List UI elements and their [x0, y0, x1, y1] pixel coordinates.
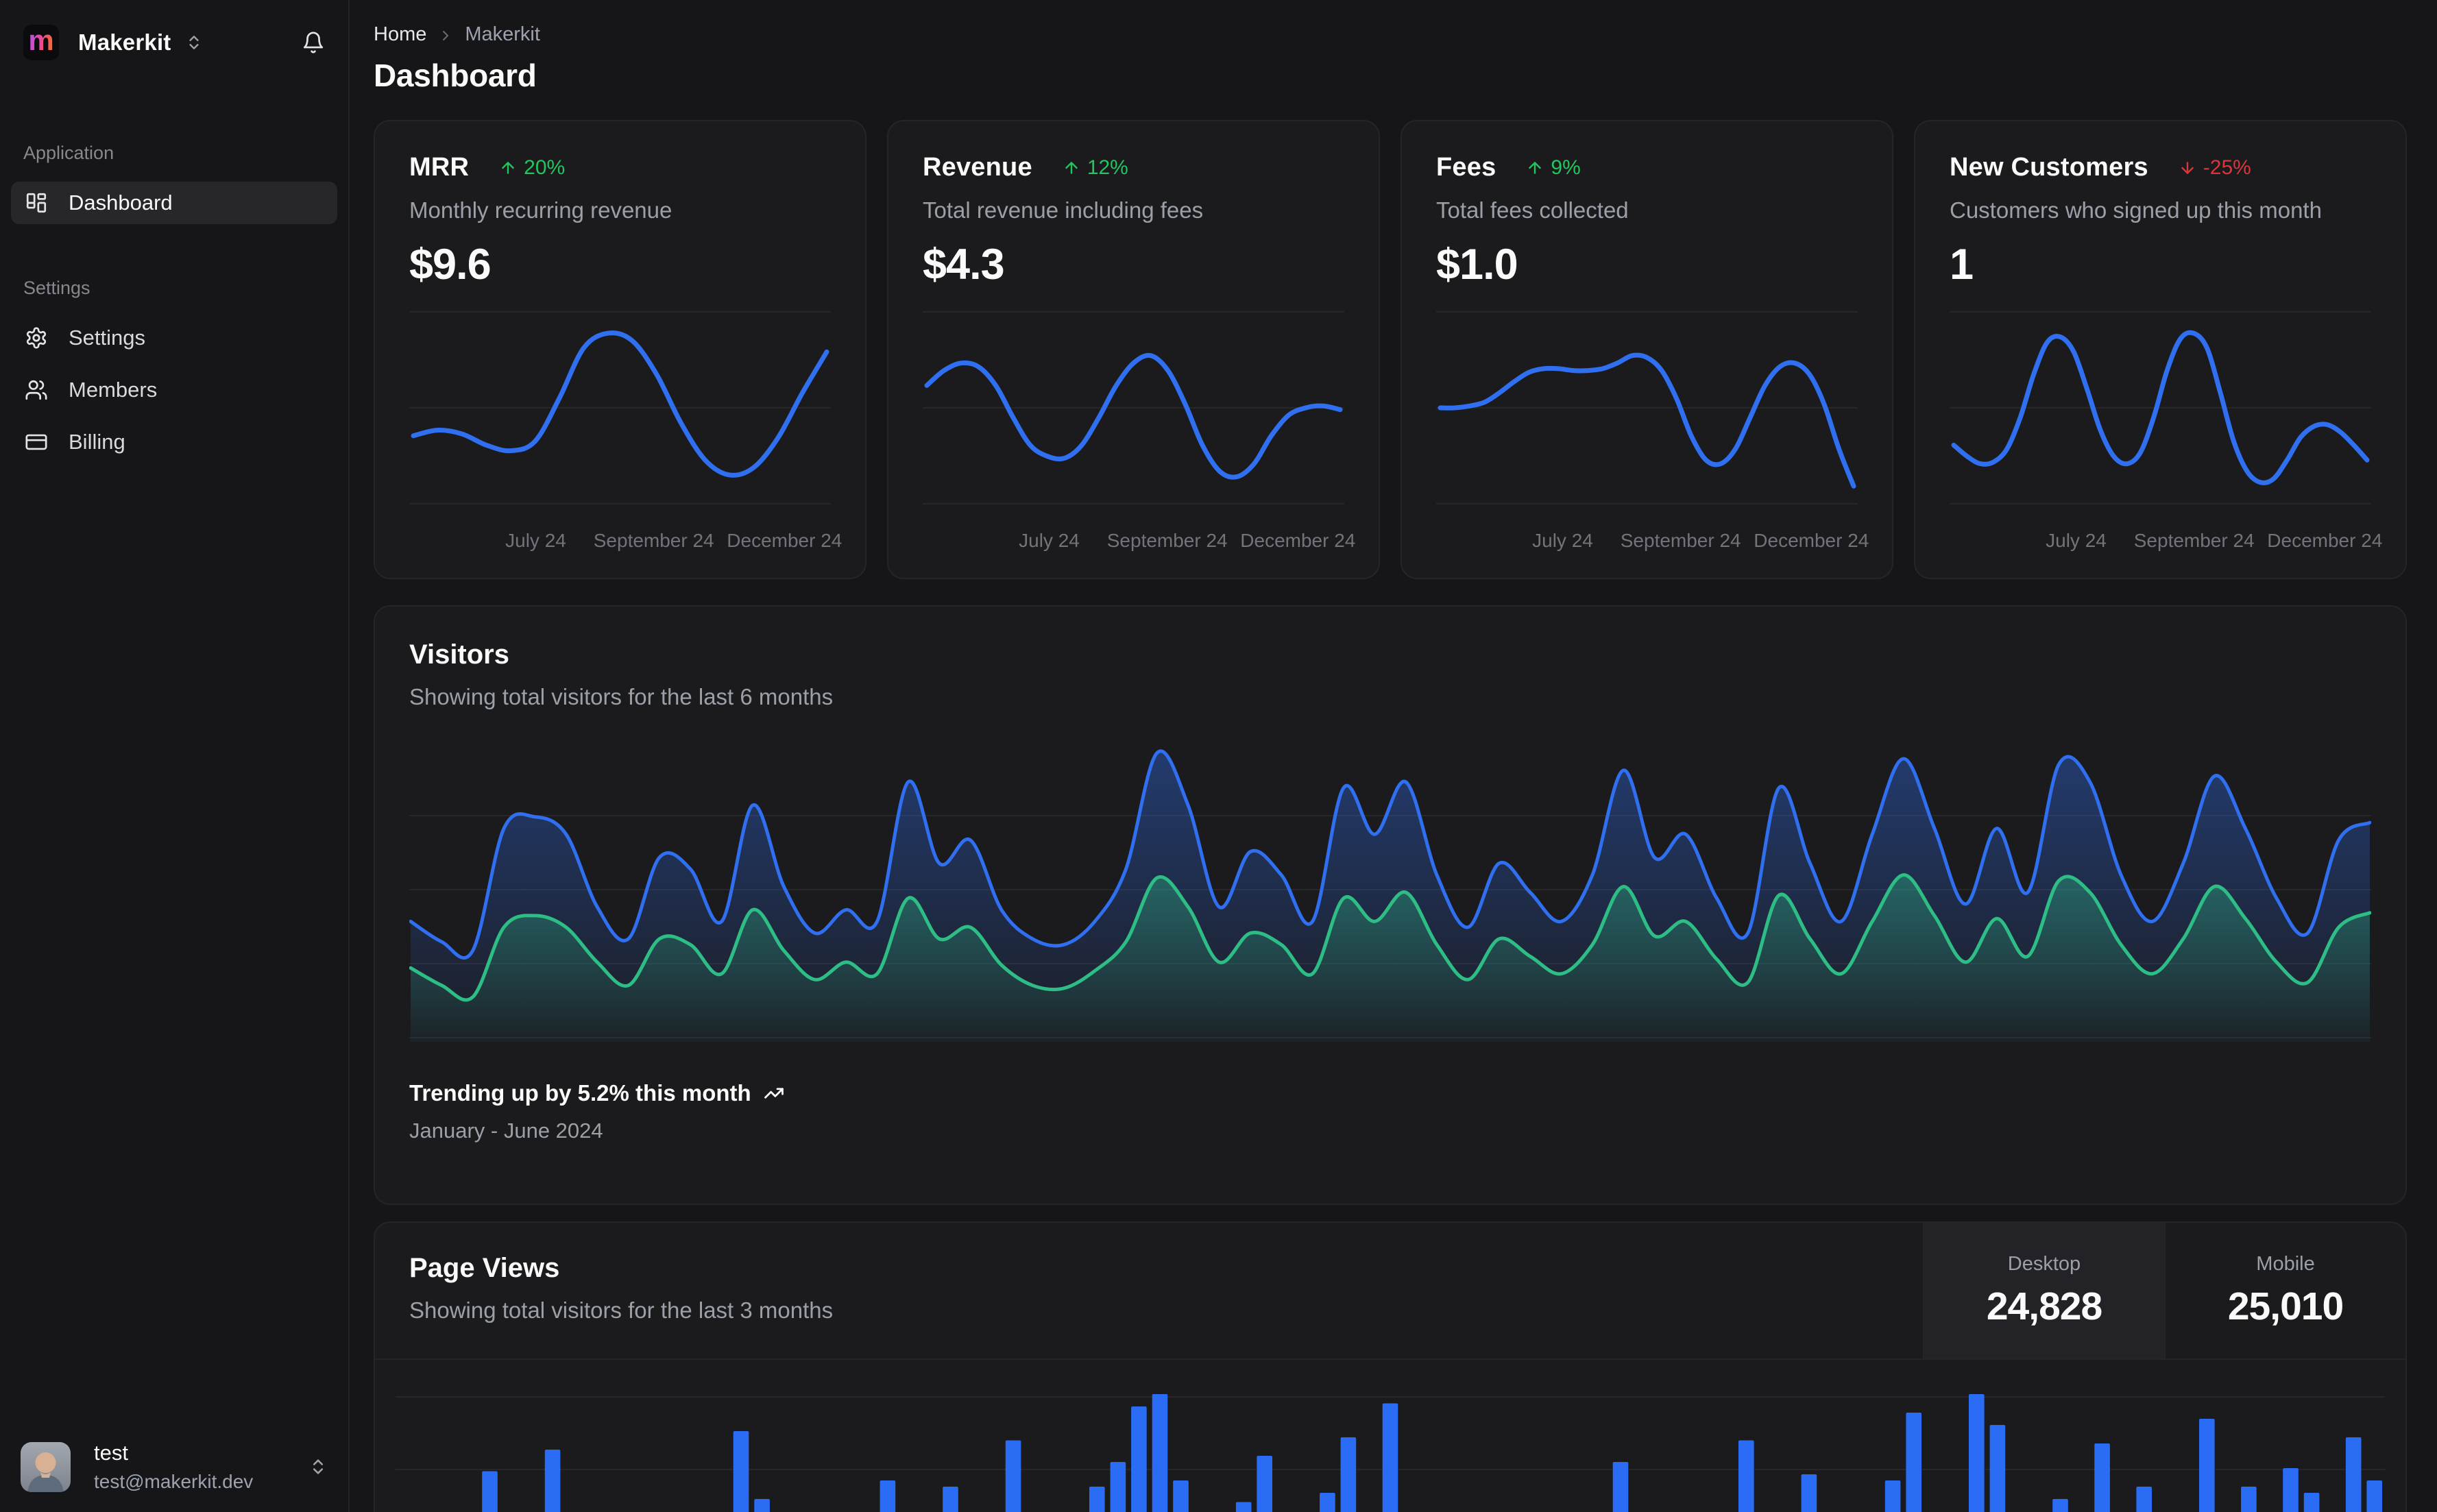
arrow-up-icon: [502, 161, 514, 174]
stat-delta: 20%: [499, 156, 565, 180]
visitors-title: Visitors: [409, 639, 509, 670]
visitors-period: January - June 2024: [409, 1119, 603, 1143]
sidebar-item-label: Billing: [69, 430, 125, 454]
chevron-up-down-icon: [185, 34, 203, 51]
stat-delta: 9%: [1526, 156, 1581, 180]
breadcrumb-current: Makerkit: [465, 23, 540, 45]
visitors-footer: Trending up by 5.2% this month January -…: [409, 1080, 2371, 1143]
main-content: Home Makerkit Dashboard MRR 20% Monthly …: [350, 0, 2437, 1512]
sidebar-item-label: Settings: [69, 326, 146, 350]
stat-subtitle: Total revenue including fees: [923, 197, 1204, 223]
stat-card-mrr: MRR 20% Monthly recurring revenue $9.6 J…: [374, 120, 866, 579]
sidebar-item-dashboard[interactable]: Dashboard: [11, 182, 337, 224]
new-customers-sparkline-chart: [1950, 305, 2371, 511]
toggle-value: 24,828: [1986, 1284, 2102, 1328]
arrow-up-icon: [1065, 161, 1078, 174]
x-axis-ticks: July 24 September 24 December 24: [1019, 530, 1356, 551]
sidebar-section-application: Application: [23, 143, 114, 163]
page-views-card: Page Views Showing total visitors for th…: [374, 1221, 2407, 1512]
chevron-up-down-icon: [308, 1457, 328, 1476]
stat-card-revenue: Revenue 12% Total revenue including fees…: [887, 120, 1380, 579]
stat-card-fees: Fees 9% Total fees collected $1.0 July 2…: [1401, 120, 1893, 579]
stat-title: MRR: [409, 153, 470, 182]
sidebar-item-label: Dashboard: [69, 191, 173, 215]
stat-value: $9.6: [409, 241, 492, 289]
stat-delta: -25%: [2179, 156, 2251, 180]
workspace-name: Makerkit: [78, 29, 171, 55]
toggle-label: Desktop: [2007, 1252, 2081, 1275]
stat-title: New Customers: [1950, 153, 2148, 182]
visitors-area-chart: [409, 740, 2371, 1042]
stat-cards-row: MRR 20% Monthly recurring revenue $9.6 J…: [374, 120, 2407, 579]
fees-sparkline-chart: [1436, 305, 1858, 511]
stat-subtitle: Total fees collected: [1436, 197, 1629, 223]
stat-subtitle: Customers who signed up this month: [1950, 197, 2322, 223]
toggle-mobile[interactable]: Mobile 25,010: [2164, 1223, 2405, 1358]
stat-title: Fees: [1436, 153, 1496, 182]
stat-subtitle: Monthly recurring revenue: [409, 197, 672, 223]
sidebar-item-members[interactable]: Members: [11, 369, 337, 411]
page-views-title: Page Views: [409, 1253, 560, 1283]
visitors-trend-text: Trending up by 5.2% this month: [409, 1080, 751, 1106]
user-meta: test test@makerkit.dev: [94, 1441, 253, 1493]
page-views-subtitle: Showing total visitors for the last 3 mo…: [409, 1297, 834, 1323]
dashboard-icon: [25, 191, 48, 215]
toggle-label: Mobile: [2256, 1252, 2315, 1275]
user-menu[interactable]: test test@makerkit.dev: [0, 1441, 348, 1493]
sidebar-nav: Application Dashboard Settings Settings: [0, 143, 348, 473]
billing-icon: [25, 430, 48, 454]
sidebar-item-label: Members: [69, 378, 158, 402]
user-email: test@makerkit.dev: [94, 1471, 254, 1492]
stat-value: 1: [1950, 241, 1974, 289]
page-title: Dashboard: [374, 58, 537, 93]
trending-up-icon: [764, 1083, 784, 1103]
revenue-sparkline-chart: [923, 305, 1344, 511]
sidebar-item-billing[interactable]: Billing: [11, 421, 337, 463]
arrow-up-icon: [1529, 161, 1542, 174]
mrr-sparkline-chart: [409, 305, 831, 511]
stat-delta: 12%: [1063, 156, 1128, 180]
members-icon: [25, 378, 48, 402]
user-name: test: [94, 1441, 128, 1465]
breadcrumb-home[interactable]: Home: [374, 23, 426, 46]
visitors-subtitle: Showing total visitors for the last 6 mo…: [409, 684, 834, 709]
x-axis-ticks: July 24 September 24 December 24: [1532, 530, 1869, 551]
workspace-switcher[interactable]: m Makerkit: [0, 25, 348, 60]
sidebar: m Makerkit Application Dashboard Setting…: [0, 0, 350, 1512]
avatar: [21, 1441, 71, 1492]
arrow-down-icon: [2181, 161, 2194, 174]
chevron-right-icon: [437, 27, 454, 44]
logo-letter: m: [28, 24, 54, 56]
bell-icon[interactable]: [302, 31, 325, 54]
stat-value: $4.3: [923, 241, 1005, 289]
makerkit-dashboard: m Makerkit Application Dashboard Setting…: [0, 0, 2437, 1512]
gear-icon: [25, 326, 48, 350]
x-axis-ticks: July 24 September 24 December 24: [505, 530, 842, 551]
sidebar-section-settings: Settings: [23, 278, 90, 298]
toggle-value: 25,010: [2227, 1284, 2344, 1328]
stat-value: $1.0: [1436, 241, 1518, 289]
page-views-header: Page Views Showing total visitors for th…: [375, 1223, 2405, 1360]
toggle-desktop[interactable]: Desktop 24,828: [1923, 1223, 2164, 1358]
page-views-bar-chart: [396, 1360, 2385, 1512]
stat-card-new-customers: New Customers -25% Customers who signed …: [1914, 120, 2407, 579]
sidebar-item-settings[interactable]: Settings: [11, 317, 337, 359]
stat-title: Revenue: [923, 153, 1032, 182]
makerkit-logo: m: [23, 25, 59, 60]
visitors-card: Visitors Showing total visitors for the …: [374, 605, 2407, 1205]
breadcrumb: Home Makerkit: [374, 23, 2407, 46]
x-axis-ticks: July 24 September 24 December 24: [2046, 530, 2383, 551]
